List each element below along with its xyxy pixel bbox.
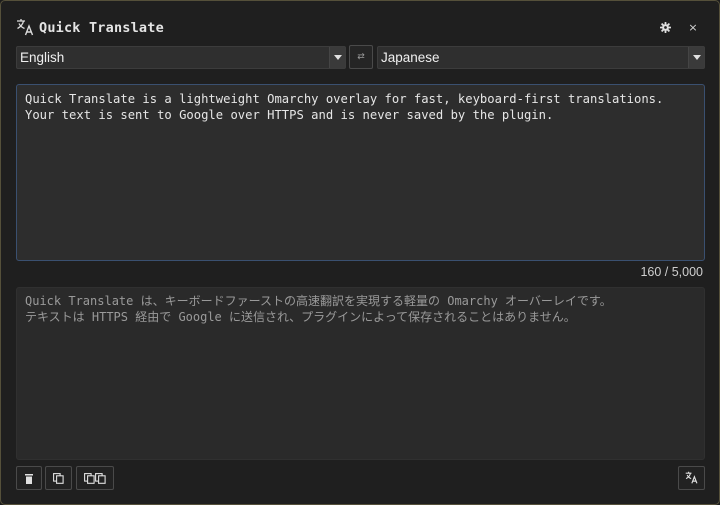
- close-icon: ×: [688, 20, 698, 34]
- swap-icon: ⇄: [357, 52, 365, 62]
- settings-button[interactable]: [657, 19, 673, 35]
- quick-translate-window: Quick Translate × English ⇄ Japanese Qui…: [0, 0, 720, 505]
- close-button[interactable]: ×: [685, 19, 701, 35]
- source-line: Quick Translate is a lightweight Omarchy…: [25, 92, 664, 106]
- source-text-input[interactable]: Quick Translate is a lightweight Omarchy…: [16, 84, 705, 261]
- chevron-down-icon: [688, 47, 704, 68]
- copy-icon: [53, 469, 64, 488]
- translation-line: Quick Translate は、キーボードファーストの高速翻訳を実現する軽量…: [25, 294, 612, 308]
- source-language-value: English: [20, 50, 65, 65]
- source-text: Quick Translate is a lightweight Omarchy…: [25, 91, 696, 123]
- trash-icon: [25, 469, 33, 488]
- clear-button[interactable]: [16, 466, 42, 490]
- chevron-down-icon: [329, 47, 345, 68]
- source-language-select[interactable]: English: [16, 46, 346, 69]
- swap-languages-button[interactable]: ⇄: [349, 45, 373, 69]
- copy-both-icon: [84, 469, 106, 488]
- translation-output[interactable]: Quick Translate は、キーボードファーストの高速翻訳を実現する軽量…: [16, 287, 705, 460]
- character-count: 160 / 5,000: [640, 265, 703, 279]
- target-language-select[interactable]: Japanese: [377, 46, 705, 69]
- target-language-value: Japanese: [381, 50, 440, 65]
- titlebar: Quick Translate ×: [1, 1, 719, 47]
- translate-icon: [685, 469, 698, 488]
- source-line: Your text is sent to Google over HTTPS a…: [25, 108, 554, 122]
- window-title: Quick Translate: [39, 20, 164, 36]
- translation-line: テキストは HTTPS 経由で Google に送信され、プラグインによって保存…: [25, 310, 576, 324]
- copy-both-button[interactable]: [76, 466, 114, 490]
- translation-text: Quick Translate は、キーボードファーストの高速翻訳を実現する軽量…: [25, 293, 696, 325]
- translate-app-icon: [16, 18, 34, 36]
- copy-button[interactable]: [45, 466, 72, 490]
- translate-button[interactable]: [678, 466, 705, 490]
- gear-icon: [659, 18, 671, 37]
